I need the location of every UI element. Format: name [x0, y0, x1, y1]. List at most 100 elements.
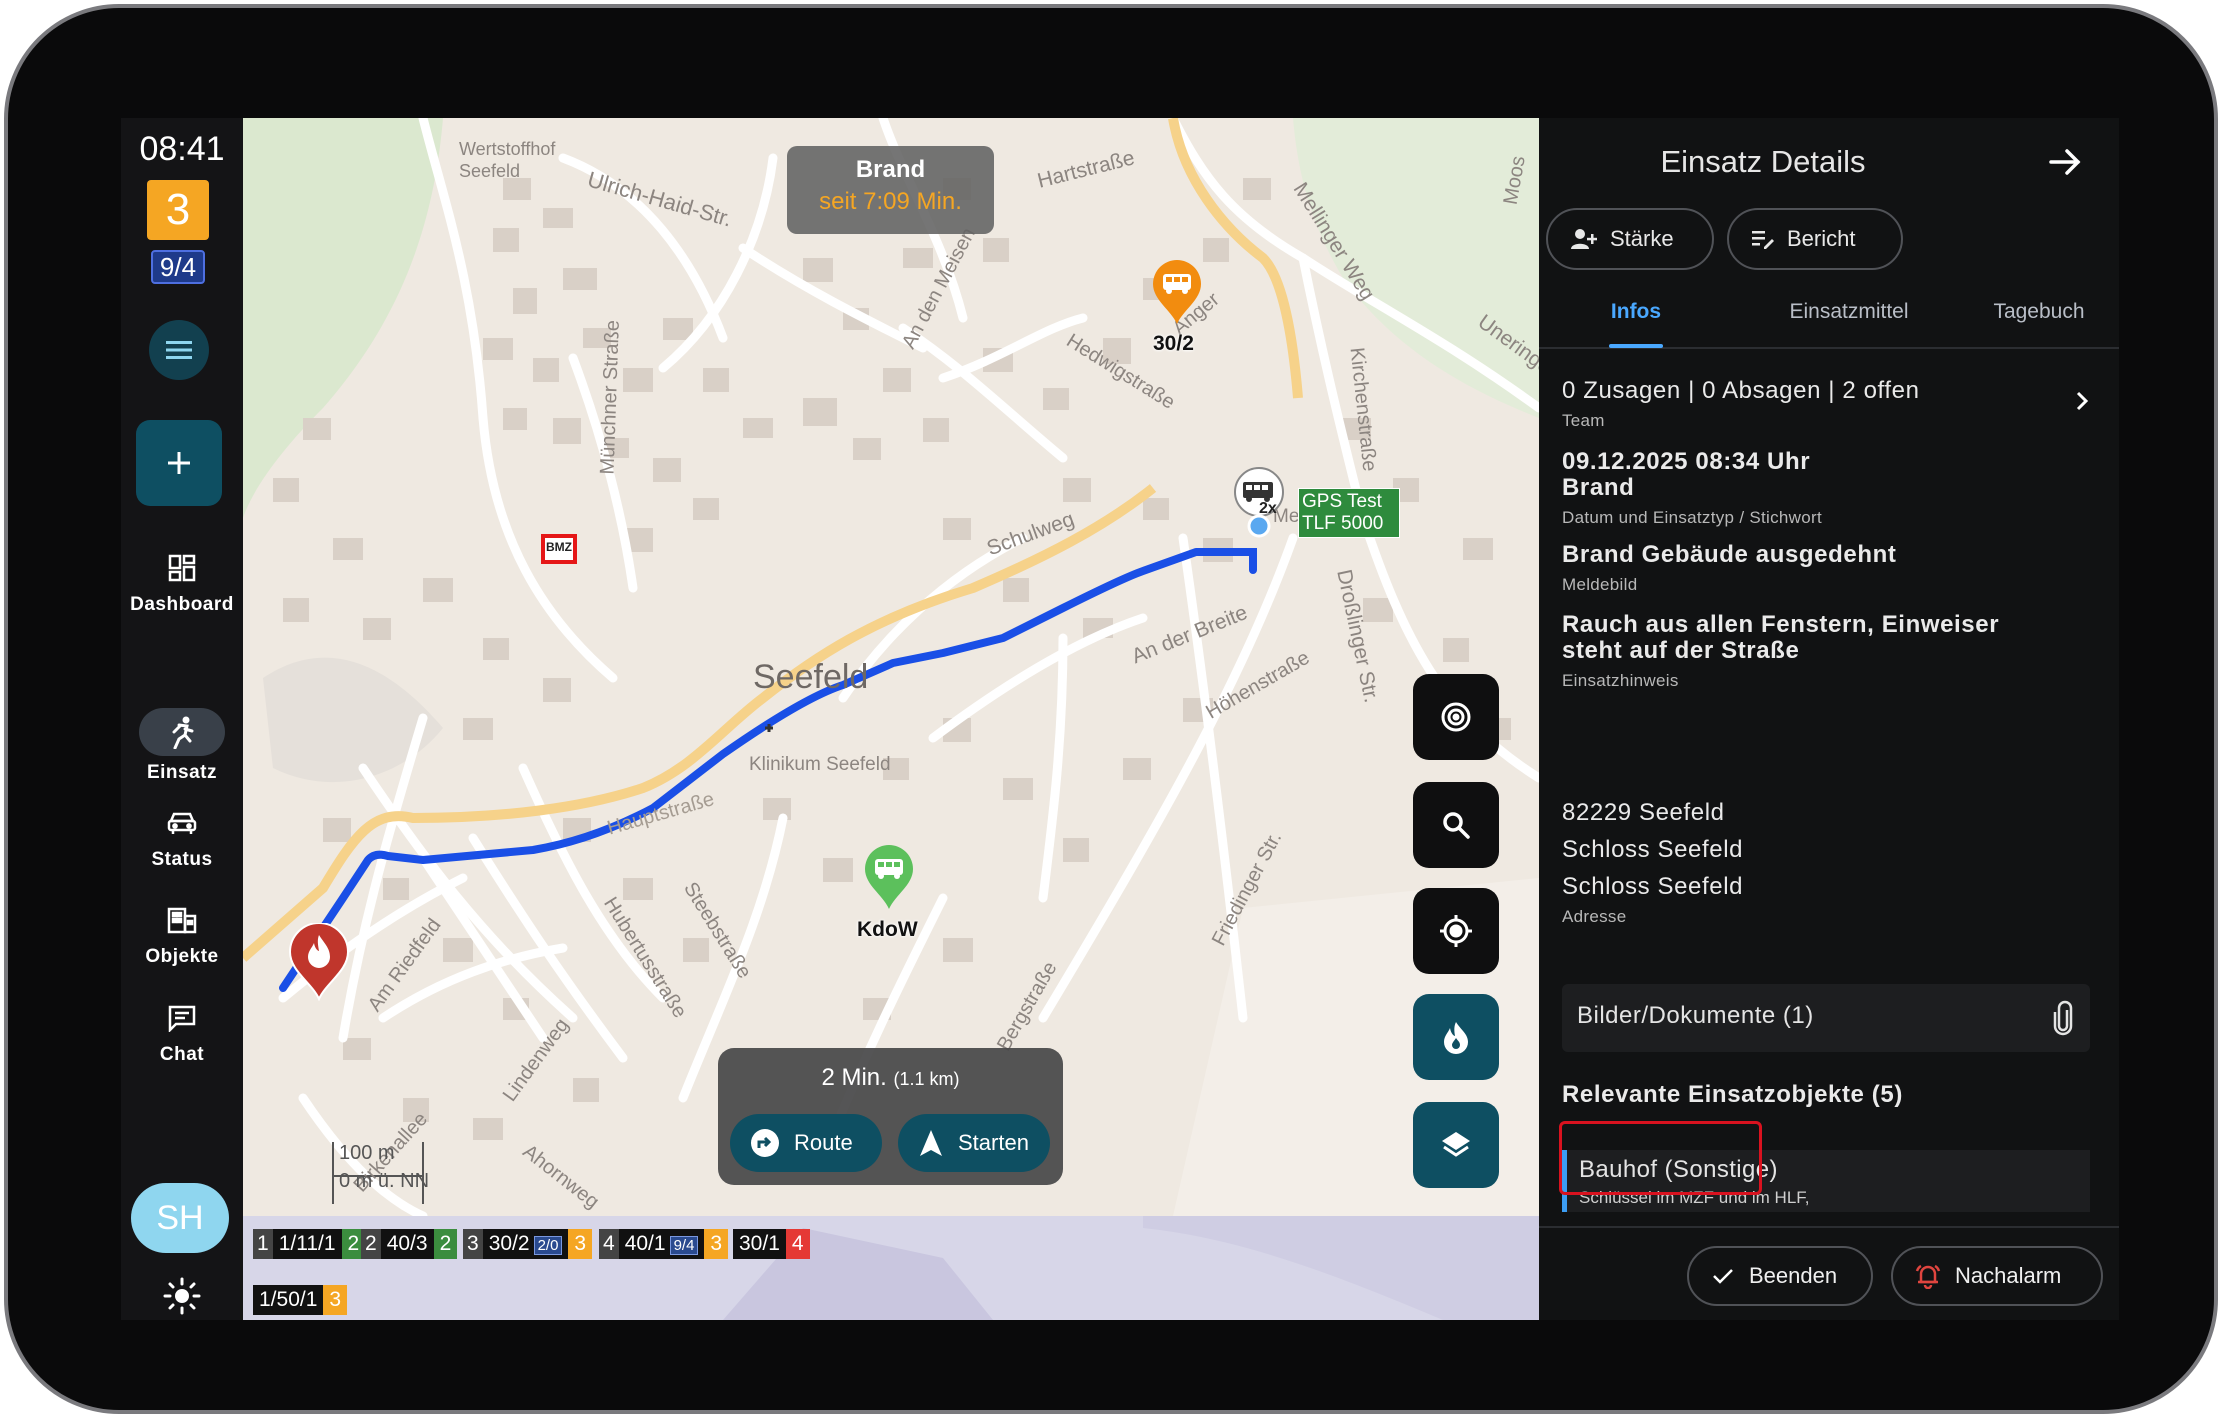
layers-button[interactable] — [1413, 1102, 1499, 1188]
address-line-3: Schloss Seefeld — [1562, 873, 1744, 900]
nav-dashboard[interactable]: Dashboard — [121, 548, 243, 616]
nachalarm-button[interactable]: Nachalarm — [1891, 1246, 2103, 1306]
documents-button[interactable]: Bilder/Dokumente (1) — [1562, 984, 2090, 1052]
radar-button[interactable] — [1413, 674, 1499, 760]
beenden-highlight — [1559, 1121, 1762, 1195]
meldebild-value: Brand Gebäude ausgedehnt — [1562, 541, 1897, 568]
vehicle-count-badge: 2x — [1259, 500, 1277, 517]
unit-index: 2 — [361, 1229, 381, 1259]
start-button-label: Starten — [958, 1130, 1029, 1155]
unit-name-text: 40/1 — [624, 1232, 666, 1255]
staerke-button[interactable]: Stärke — [1546, 208, 1714, 270]
bus-icon — [1153, 260, 1201, 324]
bericht-label: Bericht — [1787, 226, 1856, 251]
unit-name: 30/2 2/0 — [482, 1229, 569, 1259]
unit-chip[interactable]: 1 1/11/1 2 — [253, 1229, 366, 1259]
sun-icon — [163, 1277, 201, 1315]
bericht-button[interactable]: Bericht — [1727, 208, 1903, 270]
nav-einsatz[interactable]: Einsatz — [121, 708, 243, 784]
unit-name: 40/3 — [380, 1229, 434, 1259]
clock: 08:41 — [139, 130, 225, 168]
locate-button[interactable] — [1413, 888, 1499, 974]
dashboard-icon — [168, 554, 196, 582]
search-button[interactable] — [1413, 782, 1499, 868]
add-button[interactable] — [136, 420, 222, 506]
unit-count: 2 — [433, 1229, 458, 1259]
fire-icon — [1444, 1022, 1468, 1054]
unit-count: 3 — [323, 1285, 348, 1315]
incident-timer: seit 7:09 Min. — [819, 188, 962, 215]
scale-label: 100 m — [339, 1142, 395, 1164]
route-distance: (1.1 km) — [893, 1069, 960, 1089]
menu-button[interactable] — [149, 320, 209, 380]
pin-label-kdow: KdoW — [857, 918, 918, 941]
tab-infos[interactable]: Infos — [1579, 300, 1693, 324]
theme-toggle[interactable] — [162, 1276, 202, 1320]
hinweis-label: Einsatzhinweis — [1562, 671, 1679, 690]
close-panel-button[interactable] — [2045, 142, 2085, 187]
route-panel: 2 Min. (1.1 km) Route Starten — [718, 1048, 1063, 1185]
unit-chip[interactable]: 3 30/2 2/0 3 — [463, 1229, 593, 1259]
incident-pin[interactable] — [288, 922, 350, 1006]
route-button[interactable]: Route — [730, 1114, 882, 1172]
objects-heading: Relevante Einsatzobjekte (5) — [1562, 1076, 1903, 1113]
unit-name: 40/1 9/4 — [618, 1229, 705, 1259]
unit-chip[interactable]: 4 40/1 9/4 3 — [599, 1229, 729, 1259]
einsatzhinweis-field: Rauch aus allen Fenstern, Einweiser steh… — [1562, 606, 1999, 691]
map[interactable]: Wertstoffhof Seefeld Ulrich-Haid-Str. Ha… — [243, 118, 1539, 1320]
start-button[interactable]: Starten — [898, 1114, 1050, 1172]
alarm-bell-icon — [1915, 1264, 1941, 1289]
unit-chip[interactable]: 30/1 4 — [733, 1229, 810, 1259]
route-button-label: Route — [794, 1130, 853, 1155]
unit-count: 3 — [568, 1229, 593, 1259]
address-line-1: 82229 Seefeld — [1562, 799, 1725, 826]
map-label-wertstoffhof: Wertstoffhof Seefeld — [459, 139, 556, 181]
avatar[interactable]: SH — [131, 1183, 229, 1253]
unit-index: 1 — [253, 1229, 273, 1259]
nav-objekte[interactable]: Objekte — [121, 900, 243, 968]
unit-chip[interactable]: 2 40/3 2 — [361, 1229, 458, 1259]
tab-indicator — [1609, 344, 1663, 348]
unit-chip[interactable]: 1/50/1 3 — [253, 1285, 348, 1315]
bmz-label: BMZ — [546, 540, 572, 554]
responses-value: 0 Zusagen | 0 Absagen | 2 offen — [1562, 377, 1920, 404]
unit-index: 4 — [599, 1229, 619, 1259]
address-field: 82229 Seefeld Schloss Seefeld Schloss Se… — [1562, 794, 1743, 927]
tab-tagebuch[interactable]: Tagebuch — [1979, 300, 2099, 324]
sidebar: 08:41 3 9/4 Dashboard Einsatz Status Obj… — [121, 118, 243, 1320]
unit-sub-badge: 9/4 — [669, 1236, 699, 1255]
unit-name: 30/1 — [733, 1229, 786, 1259]
nav-status[interactable]: Status — [121, 803, 243, 871]
footer-divider — [1539, 1226, 2119, 1228]
add-person-icon — [1571, 229, 1597, 249]
screen: 08:41 3 9/4 Dashboard Einsatz Status Obj… — [121, 118, 2119, 1320]
unit-count: 3 — [704, 1229, 729, 1259]
nav-chat[interactable]: Chat — [121, 998, 243, 1066]
incident-type: Brand — [855, 156, 926, 183]
edit-notes-icon — [1752, 231, 1774, 249]
meldebild-field: Brand Gebäude ausgedehnt Meldebild — [1562, 536, 1896, 595]
nachalarm-label: Nachalarm — [1955, 1263, 2062, 1288]
elevation-label: 0 m ü. NN — [339, 1170, 430, 1192]
search-icon — [1443, 812, 1470, 839]
beenden-label: Beenden — [1749, 1263, 1838, 1288]
objects-heading-text: Relevante Einsatzobjekte (5) — [1562, 1081, 1903, 1108]
tab-einsatzmittel[interactable]: Einsatzmittel — [1759, 300, 1939, 324]
meldebild-label: Meldebild — [1562, 575, 1638, 594]
incident-tag: Brand seit 7:09 Min. — [787, 146, 994, 234]
chat-icon — [168, 1005, 196, 1032]
pin-kdow[interactable] — [863, 845, 915, 916]
nav-label: Dashboard — [130, 594, 234, 615]
pin-30-2[interactable] — [1151, 260, 1203, 331]
beenden-button[interactable]: Beenden — [1687, 1246, 1873, 1306]
pin-label-30-2: 30/2 — [1153, 332, 1194, 355]
status-number-badge[interactable]: 3 — [147, 180, 209, 240]
staerke-label: Stärke — [1610, 226, 1674, 251]
unit-name-text: 30/2 — [488, 1232, 530, 1255]
fire-button[interactable] — [1413, 994, 1499, 1080]
map-label-klinikum: Klinikum Seefeld — [749, 754, 891, 775]
building-icon — [167, 907, 197, 934]
team-responses[interactable]: 0 Zusagen | 0 Absagen | 2 offen Team — [1562, 372, 2092, 431]
nav-label: Status — [151, 849, 213, 870]
running-person-icon — [172, 716, 194, 749]
